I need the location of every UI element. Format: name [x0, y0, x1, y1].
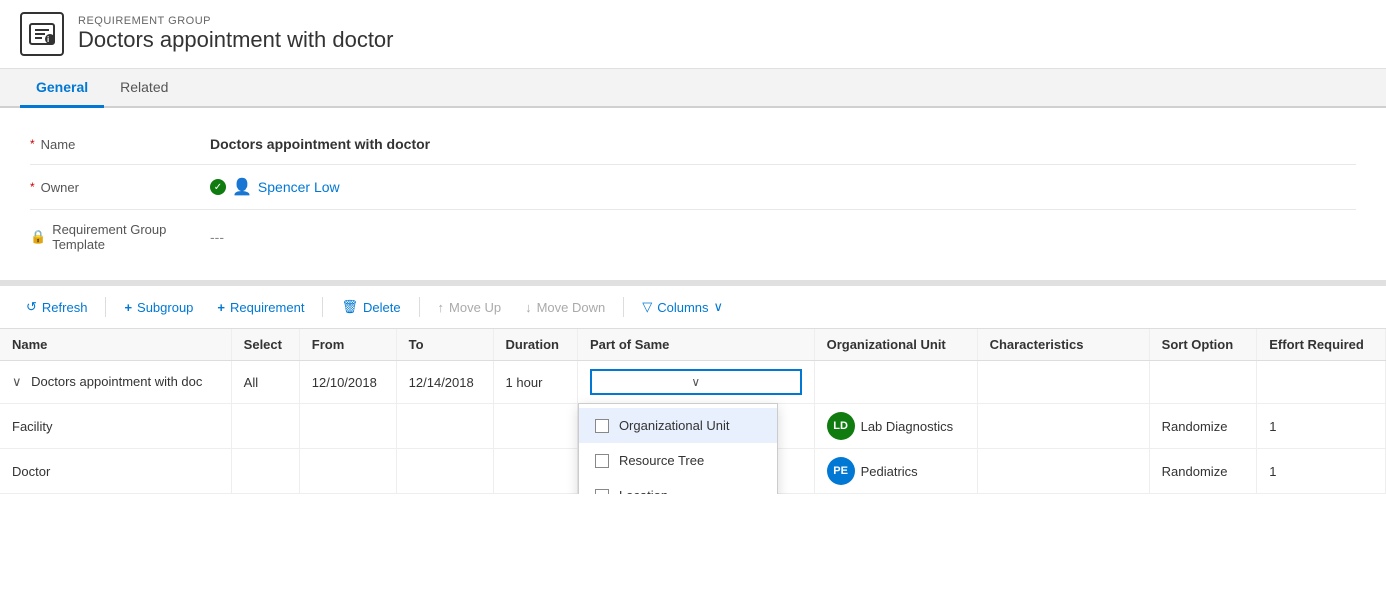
row-to-parent: 12/14/2018 — [396, 361, 493, 404]
avatar-pe: PE — [827, 457, 855, 485]
row-from-doctor — [299, 449, 396, 494]
form-section: * Name Doctors appointment with doctor *… — [0, 108, 1386, 286]
col-header-select: Select — [231, 329, 299, 361]
col-header-to: To — [396, 329, 493, 361]
columns-button[interactable]: ▽ Columns ∨ — [632, 294, 733, 320]
data-table: Name Select From To Duration Part of Sam… — [0, 329, 1386, 494]
subgroup-button[interactable]: + Subgroup — [114, 295, 203, 320]
row-name-doctor: Doctor — [0, 449, 231, 494]
col-header-from: From — [299, 329, 396, 361]
form-row-owner: * Owner ✓ 👤 Spencer Low — [30, 165, 1356, 210]
delete-button[interactable]: 🗑 Delete — [331, 294, 410, 320]
field-value-template: --- — [210, 229, 1356, 245]
separator-2 — [322, 297, 323, 317]
field-value-owner[interactable]: ✓ 👤 Spencer Low — [210, 177, 1356, 197]
move-down-button[interactable]: ↓ Move Down — [515, 295, 615, 320]
header-category: REQUIREMENT GROUP — [78, 15, 394, 27]
separator-3 — [419, 297, 420, 317]
form-row-name: * Name Doctors appointment with doctor — [30, 124, 1356, 165]
refresh-icon: ↺ — [26, 299, 37, 315]
field-label-name: * Name — [30, 137, 210, 152]
required-star-owner: * — [30, 180, 35, 194]
separator-4 — [623, 297, 624, 317]
row-duration-parent: 1 hour — [493, 361, 577, 404]
owner-name[interactable]: Spencer Low — [258, 179, 340, 195]
refresh-button[interactable]: ↺ Refresh — [16, 294, 97, 320]
add-subgroup-icon: + — [124, 300, 132, 315]
row-orgunit-doctor: PE Pediatrics — [814, 449, 977, 494]
row-partofsame-parent[interactable]: ∨ Organizational Unit Resource Tree — [577, 361, 814, 404]
required-star-name: * — [30, 137, 35, 151]
form-row-template: 🔒 Requirement Group Template --- — [30, 210, 1356, 264]
row-duration-facility — [493, 404, 577, 449]
dropdown-item-orgunit[interactable]: Organizational Unit — [579, 408, 777, 443]
delete-icon: 🗑 — [341, 299, 358, 315]
row-from-facility — [299, 404, 396, 449]
row-select-facility — [231, 404, 299, 449]
row-sort-facility: Randomize — [1149, 404, 1257, 449]
move-up-icon: ↑ — [438, 300, 445, 315]
row-effort-doctor: 1 — [1257, 449, 1386, 494]
tabs-bar: General Related — [0, 69, 1386, 108]
row-to-facility — [396, 404, 493, 449]
row-characteristics-doctor — [977, 449, 1149, 494]
row-duration-doctor — [493, 449, 577, 494]
col-header-name: Name — [0, 329, 231, 361]
table-row[interactable]: ∨ Doctors appointment with doc All 12/10… — [0, 361, 1386, 404]
dropdown-item-location[interactable]: Location — [579, 478, 777, 494]
row-orgunit-facility: LD Lab Diagnostics — [814, 404, 977, 449]
row-name-parent: ∨ Doctors appointment with doc — [0, 361, 231, 404]
field-label-owner: * Owner — [30, 180, 210, 195]
field-value-name[interactable]: Doctors appointment with doctor — [210, 136, 1356, 152]
separator-1 — [105, 297, 106, 317]
svg-text:i: i — [47, 35, 49, 44]
col-header-characteristics: Characteristics — [977, 329, 1149, 361]
col-header-sort: Sort Option — [1149, 329, 1257, 361]
col-header-partofsame: Part of Same — [577, 329, 814, 361]
row-characteristics-parent — [977, 361, 1149, 404]
header-title: Doctors appointment with doctor — [78, 27, 394, 53]
header-text-group: REQUIREMENT GROUP Doctors appointment wi… — [78, 15, 394, 53]
row-from-parent: 12/10/2018 — [299, 361, 396, 404]
row-select-doctor — [231, 449, 299, 494]
tab-related[interactable]: Related — [104, 69, 184, 108]
person-icon: 👤 — [232, 177, 252, 197]
row-effort-parent — [1257, 361, 1386, 404]
table-header-row: Name Select From To Duration Part of Sam… — [0, 329, 1386, 361]
row-name-facility: Facility — [0, 404, 231, 449]
col-header-duration: Duration — [493, 329, 577, 361]
row-orgunit-parent — [814, 361, 977, 404]
grid-toolbar: ↺ Refresh + Subgroup + Requirement 🗑 Del… — [0, 286, 1386, 329]
partofsame-dropdown-trigger[interactable]: ∨ — [590, 369, 802, 395]
page-header: i REQUIREMENT GROUP Doctors appointment … — [0, 0, 1386, 69]
expand-icon[interactable]: ∨ — [12, 374, 22, 389]
status-check-icon: ✓ — [210, 179, 226, 195]
col-header-effort: Effort Required — [1257, 329, 1386, 361]
checkbox-resourcetree[interactable] — [595, 454, 609, 468]
partofsame-dropdown-menu: Organizational Unit Resource Tree Locati… — [578, 403, 778, 494]
checkbox-location[interactable] — [595, 489, 609, 495]
row-characteristics-facility — [977, 404, 1149, 449]
tab-general[interactable]: General — [20, 69, 104, 108]
grid-section: ↺ Refresh + Subgroup + Requirement 🗑 Del… — [0, 286, 1386, 494]
row-to-doctor — [396, 449, 493, 494]
checkbox-orgunit[interactable] — [595, 419, 609, 433]
dropdown-chevron-icon: ∨ — [691, 375, 700, 389]
columns-filter-icon: ▽ — [642, 299, 652, 315]
field-label-template: 🔒 Requirement Group Template — [30, 222, 210, 252]
row-effort-facility: 1 — [1257, 404, 1386, 449]
row-sort-parent — [1149, 361, 1257, 404]
move-up-button[interactable]: ↑ Move Up — [428, 295, 512, 320]
dropdown-item-resourcetree[interactable]: Resource Tree — [579, 443, 777, 478]
add-requirement-icon: + — [217, 300, 225, 315]
move-down-icon: ↓ — [525, 300, 532, 315]
header-icon: i — [20, 12, 64, 56]
col-header-orgunit: Organizational Unit — [814, 329, 977, 361]
columns-chevron-icon: ∨ — [714, 299, 724, 315]
lock-icon: 🔒 — [30, 229, 46, 245]
requirement-button[interactable]: + Requirement — [207, 295, 314, 320]
avatar-ld: LD — [827, 412, 855, 440]
row-sort-doctor: Randomize — [1149, 449, 1257, 494]
row-select-parent: All — [231, 361, 299, 404]
